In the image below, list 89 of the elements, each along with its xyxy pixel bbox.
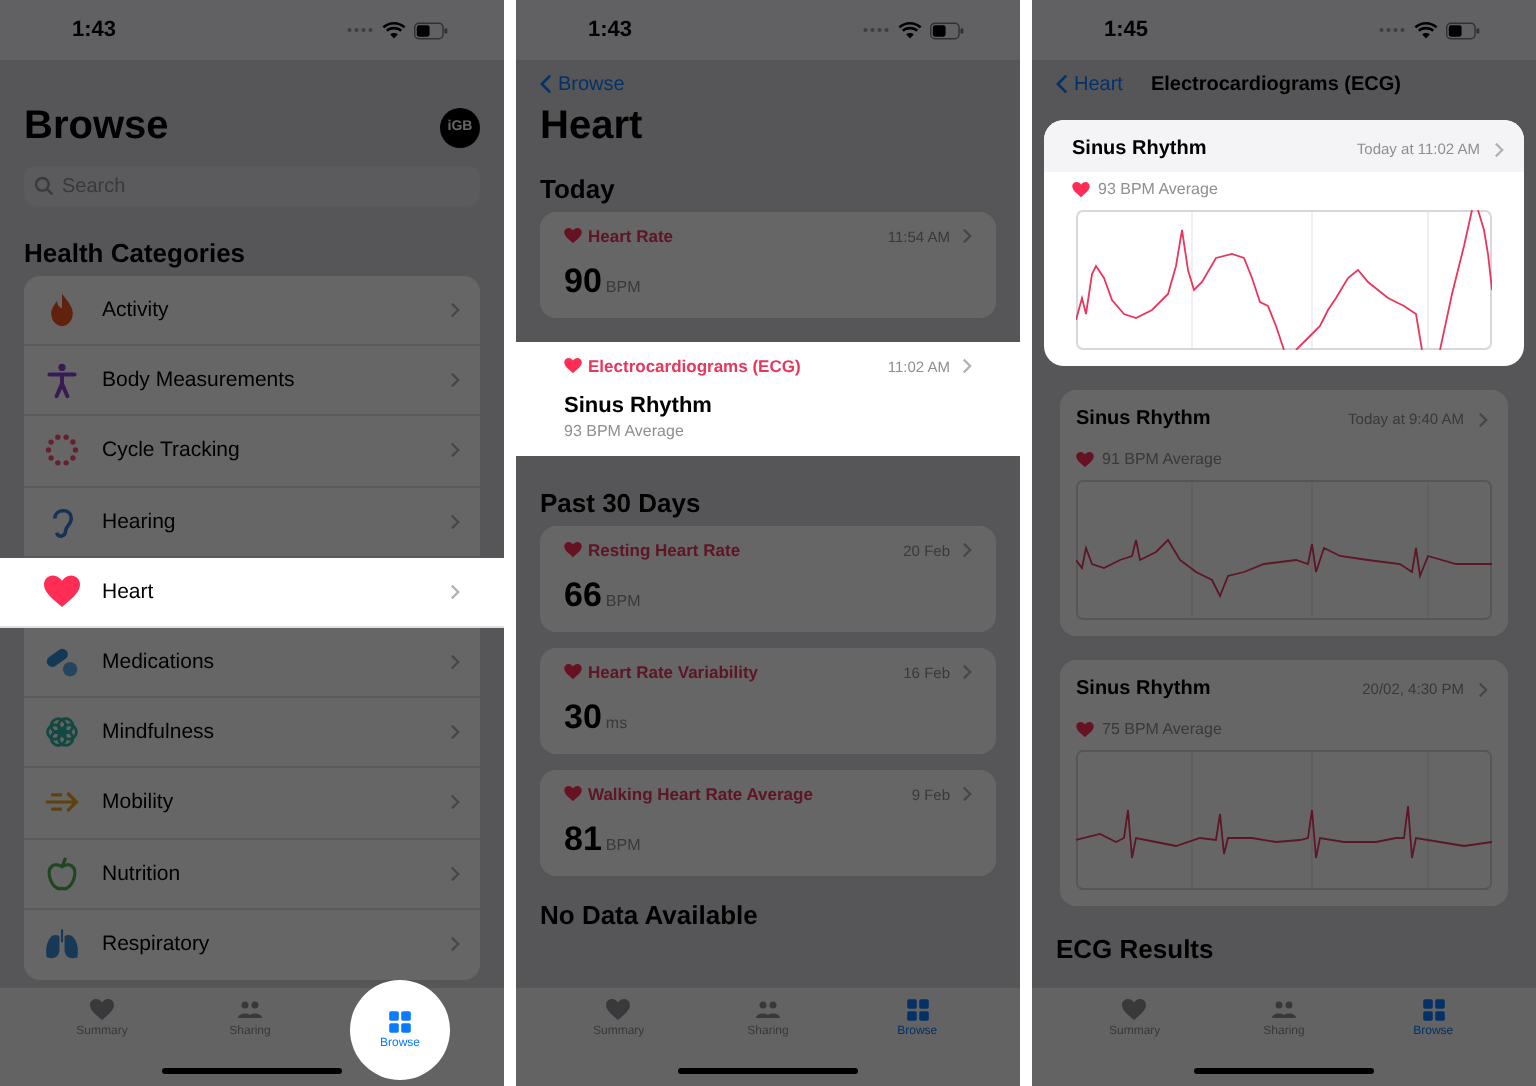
ecg-average: 93 BPM Average [564, 422, 686, 440]
chevron-icon [1494, 141, 1504, 157]
section-heading: ECG Results [1056, 934, 1214, 964]
card-title: Heart Rate Variability [588, 662, 761, 682]
chevron-icon [1478, 411, 1488, 427]
category-row[interactable]: Medications [24, 627, 480, 699]
ecg-average: 93 BPM Average [1098, 180, 1218, 198]
chevron-icon [1478, 681, 1488, 697]
card-title: Heart Rate [588, 226, 676, 246]
wifi-icon [382, 21, 406, 39]
section-heading: Past 30 Days [540, 488, 701, 518]
page-title: Heart [540, 104, 643, 148]
grid-icon [1421, 998, 1446, 1022]
status-time: 1:43 [72, 18, 117, 42]
heart-icon [564, 228, 582, 244]
heart-icon [1122, 998, 1147, 1022]
chevron-icon [450, 583, 460, 600]
chevron-icon [962, 664, 972, 680]
people-icon [238, 998, 262, 1022]
chevron-icon [962, 228, 972, 244]
ecg-result: Sinus Rhythm [564, 394, 714, 418]
ecg-result: Sinus Rhythm [1076, 678, 1213, 700]
heart-icon [1076, 721, 1094, 737]
signal-icon [862, 26, 890, 34]
category-row[interactable]: Activity [24, 276, 480, 347]
chevron-icon [450, 654, 460, 671]
back-chevron-icon [1056, 74, 1068, 94]
heart-icon [564, 786, 582, 802]
chevron-icon [450, 302, 460, 319]
wifi-icon [898, 21, 922, 39]
pills-icon [44, 644, 80, 681]
category-row[interactable]: Nutrition [24, 839, 480, 910]
chevron-icon [450, 724, 460, 741]
category-row[interactable]: Body Measurements [24, 346, 480, 417]
signal-icon [1378, 26, 1406, 34]
category-row[interactable]: Respiratory [24, 909, 480, 980]
metric-value: 30 [564, 698, 602, 738]
page-title: Browse [24, 104, 169, 150]
heart-icon [564, 664, 582, 680]
heart-icon [564, 358, 582, 374]
flower-icon [44, 714, 80, 751]
chevron-icon [450, 442, 460, 459]
heart-icon [90, 998, 114, 1022]
chevron-icon [450, 794, 460, 811]
card-title: Electrocardiograms (ECG) [588, 356, 803, 376]
body-figure-icon [44, 362, 80, 399]
heart-icon [1072, 181, 1090, 197]
wifi-icon [1414, 21, 1438, 39]
ecg-result: Sinus Rhythm [1072, 138, 1209, 160]
lungs-icon [44, 926, 80, 963]
chevron-icon [450, 513, 460, 530]
signal-icon [346, 26, 374, 34]
heart-icon [606, 998, 631, 1022]
heart-icon [564, 542, 582, 558]
metric-value: 90 [564, 262, 602, 302]
metric-value: 66 [564, 576, 602, 616]
chevron-icon [962, 542, 972, 558]
people-icon [1271, 998, 1296, 1022]
metric-value: 81 [564, 820, 602, 860]
category-row[interactable]: Cycle Tracking [24, 416, 480, 488]
back-chevron-icon [540, 74, 552, 94]
ecg-result: Sinus Rhythm [1076, 408, 1213, 430]
section-heading: No Data Available [540, 900, 758, 930]
people-icon [755, 998, 780, 1022]
nav-title: Electrocardiograms (ECG) [1150, 73, 1401, 95]
heart-icon [1076, 451, 1094, 467]
category-row[interactable]: Mobility [24, 768, 480, 839]
battery-icon [414, 21, 448, 39]
chevron-icon [450, 865, 460, 882]
card-title: Walking Heart Rate Average [588, 784, 815, 804]
chevron-icon [450, 372, 460, 389]
chevron-icon [962, 358, 972, 374]
status-time: 1:43 [588, 18, 633, 42]
chevron-icon [450, 936, 460, 953]
battery-icon [930, 21, 964, 39]
battery-icon [1446, 21, 1480, 39]
section-heading: Today [540, 174, 615, 204]
chevron-icon [962, 786, 972, 802]
card-title: Resting Heart Rate [588, 540, 743, 560]
dotted-circle-icon [44, 432, 80, 469]
category-row[interactable]: Mindfulness [24, 698, 480, 769]
status-time: 1:45 [1104, 18, 1149, 42]
apple-icon [44, 855, 80, 892]
category-row[interactable]: Heart [0, 557, 504, 628]
grid-icon [388, 1010, 412, 1034]
grid-icon [905, 998, 930, 1022]
category-row[interactable]: Hearing [24, 487, 480, 558]
section-heading: Health Categories [24, 238, 246, 268]
heart-icon [44, 573, 80, 610]
